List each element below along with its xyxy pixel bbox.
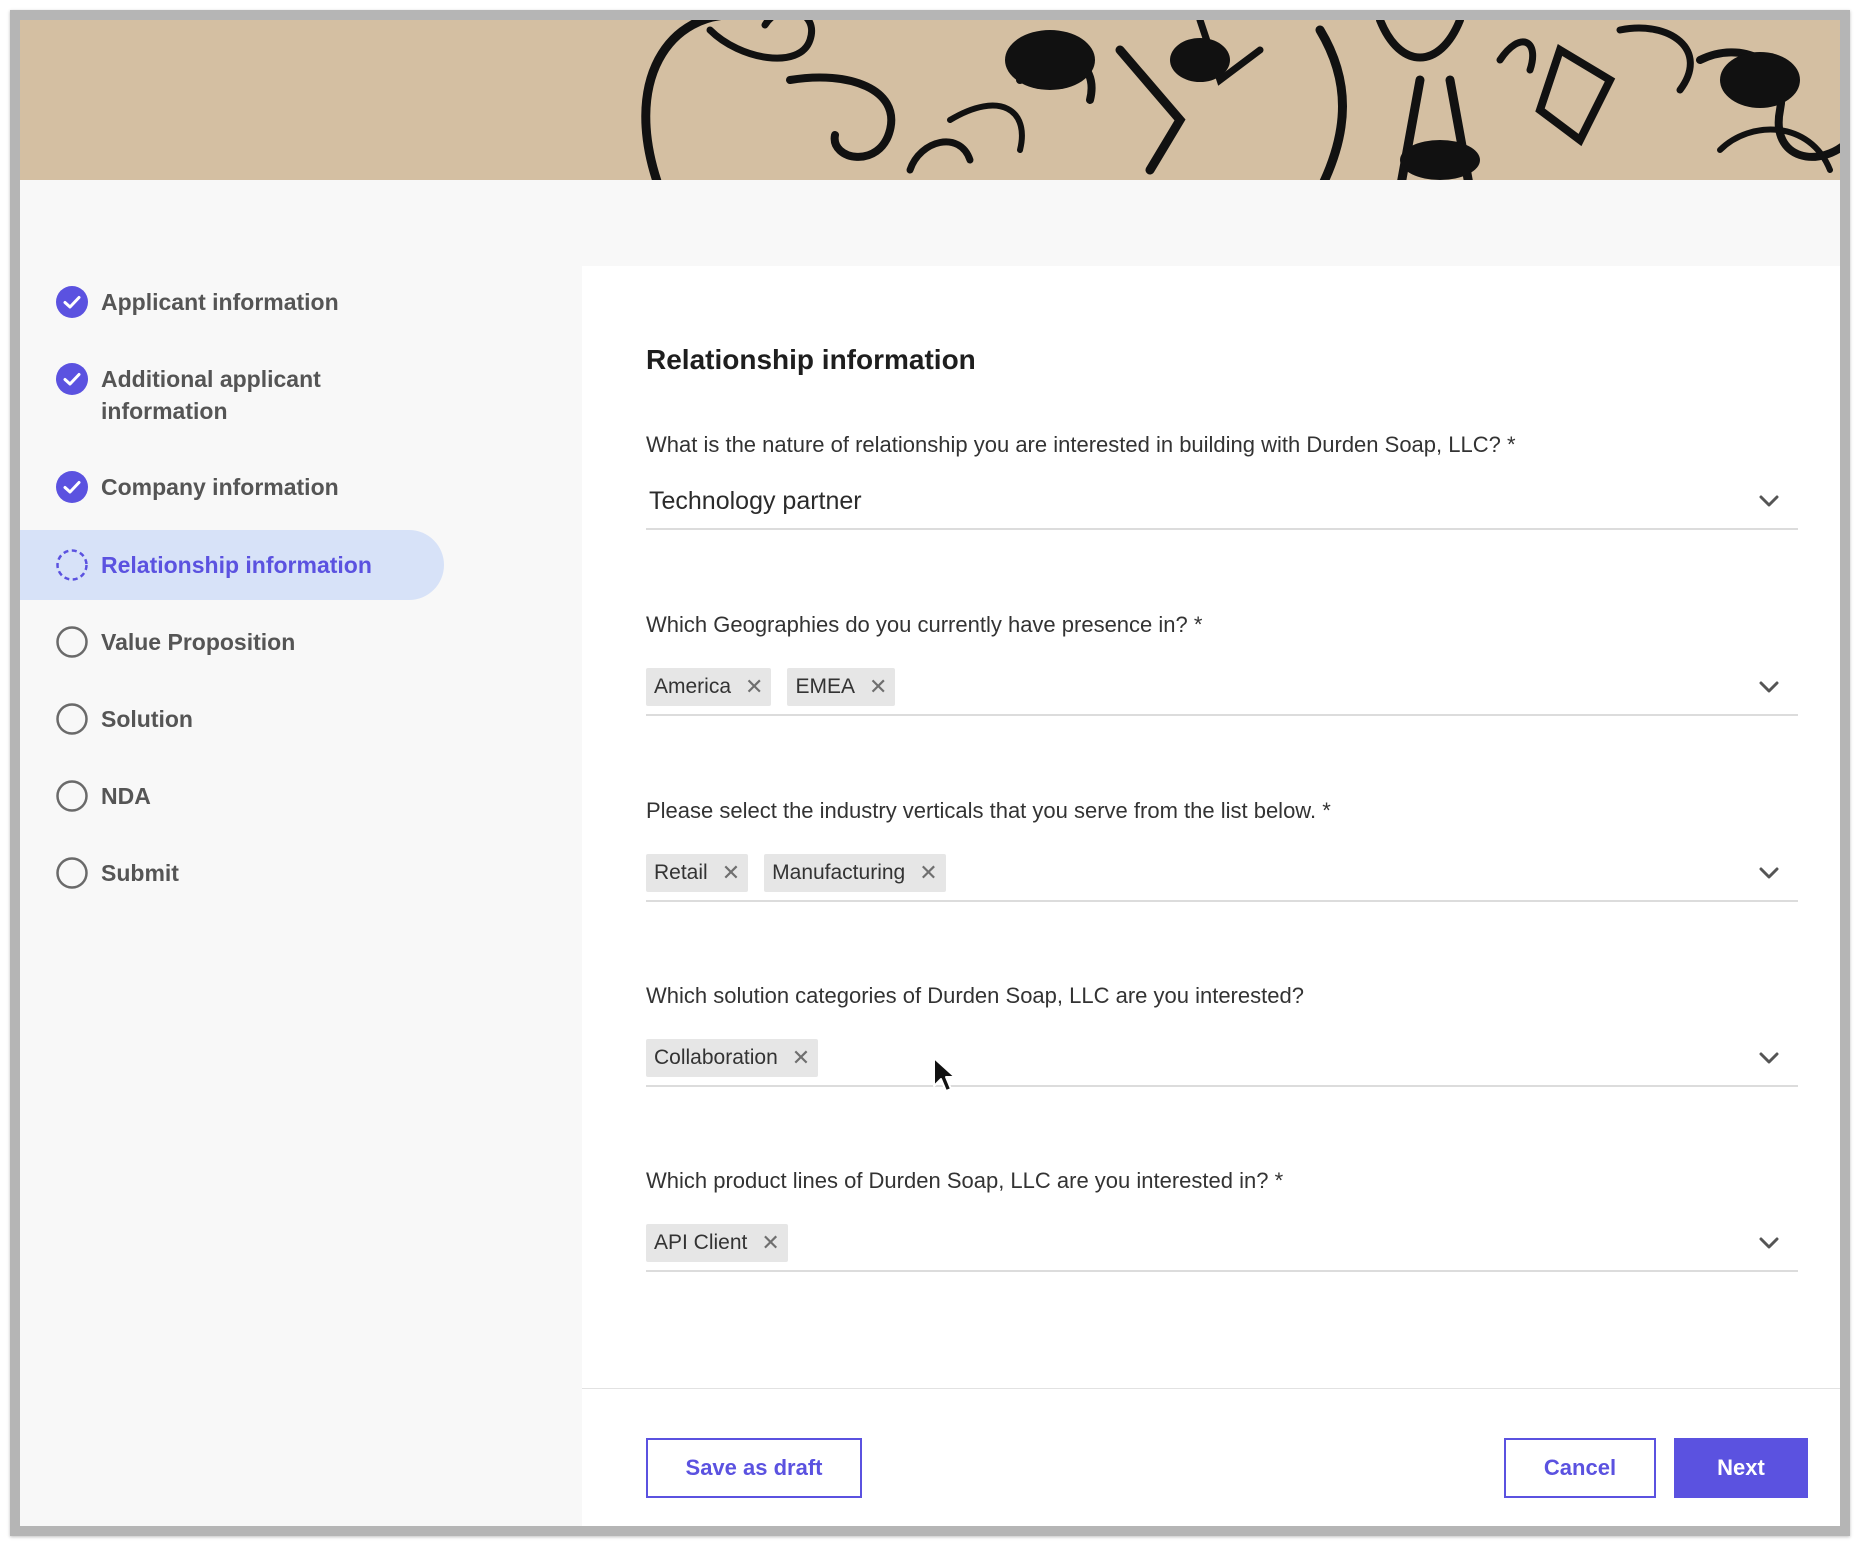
dashed-circle-icon	[56, 549, 88, 581]
check-circle-icon	[56, 286, 88, 318]
chip-label: EMEA	[795, 675, 855, 698]
geographies-label: Which Geographies do you currently have …	[646, 612, 1203, 637]
empty-circle-icon	[56, 626, 88, 658]
step-applicant-information[interactable]: Applicant information	[20, 286, 580, 319]
geographies-field: Which Geographies do you currently have …	[646, 610, 1798, 716]
relationship-label: What is the nature of relationship you a…	[646, 432, 1516, 457]
chevron-down-icon[interactable]	[1758, 680, 1780, 694]
step-label: Applicant information	[101, 289, 339, 315]
banner-artwork	[641, 20, 1840, 180]
step-label: Value Proposition	[101, 629, 296, 655]
form-title: Relationship information	[646, 344, 976, 375]
chevron-down-icon[interactable]	[1758, 1051, 1780, 1065]
next-button[interactable]: Next	[1674, 1438, 1808, 1498]
mouse-cursor-icon	[933, 1057, 956, 1092]
step-company-information[interactable]: Company information	[20, 471, 580, 504]
step-submit[interactable]: Submit	[20, 857, 580, 890]
remove-chip-icon[interactable]: ✕	[745, 676, 763, 698]
chevron-down-icon[interactable]	[1758, 866, 1780, 880]
step-label: NDA	[101, 783, 151, 809]
application-window: Applicant information Additional applica…	[10, 10, 1850, 1536]
chip-label: Collaboration	[654, 1046, 778, 1069]
remove-chip-icon[interactable]: ✕	[919, 862, 937, 884]
relationship-field: What is the nature of relationship you a…	[646, 430, 1798, 530]
chip-america: America ✕	[646, 668, 772, 706]
check-circle-icon	[56, 471, 88, 503]
empty-circle-icon	[56, 780, 88, 812]
chip-label: America	[654, 675, 732, 698]
products-multiselect[interactable]: API Client ✕	[646, 1216, 1798, 1272]
solutions-label: Which solution categories of Durden Soap…	[646, 983, 1304, 1008]
chip-api-client: API Client ✕	[646, 1224, 788, 1262]
step-label: Additional applicant information	[101, 366, 321, 424]
step-nda[interactable]: NDA	[20, 780, 580, 813]
save-draft-button[interactable]: Save as draft	[646, 1438, 862, 1498]
chip-manufacturing: Manufacturing ✕	[764, 854, 946, 892]
products-label: Which product lines of Durden Soap, LLC …	[646, 1168, 1284, 1193]
chevron-down-icon[interactable]	[1758, 1236, 1780, 1250]
step-label: Solution	[101, 706, 193, 732]
chip-emea: EMEA ✕	[787, 668, 896, 706]
chevron-down-icon[interactable]	[1758, 494, 1780, 508]
step-solution[interactable]: Solution	[20, 703, 580, 736]
progress-steps: Applicant information Additional applica…	[20, 286, 580, 934]
step-value-proposition[interactable]: Value Proposition	[20, 626, 580, 659]
chip-label: Manufacturing	[772, 861, 906, 884]
chip-retail: Retail ✕	[646, 854, 749, 892]
remove-chip-icon[interactable]: ✕	[792, 1047, 810, 1069]
empty-circle-icon	[56, 857, 88, 889]
cancel-button[interactable]: Cancel	[1504, 1438, 1656, 1498]
empty-circle-icon	[56, 703, 88, 735]
relationship-value: Technology partner	[649, 486, 862, 515]
chip-label: Retail	[654, 861, 708, 884]
solutions-field: Which solution categories of Durden Soap…	[646, 981, 1798, 1087]
verticals-label: Please select the industry verticals tha…	[646, 798, 1331, 823]
step-additional-applicant-information[interactable]: Additional applicant information	[20, 363, 580, 427]
header-banner	[20, 20, 1840, 180]
chip-label: API Client	[654, 1231, 748, 1254]
step-label: Company information	[101, 474, 339, 500]
form-card: Relationship information What is the nat…	[582, 266, 1840, 1526]
verticals-multiselect[interactable]: Retail ✕ Manufacturing ✕	[646, 846, 1798, 902]
footer-divider	[582, 1388, 1840, 1389]
verticals-field: Please select the industry verticals tha…	[646, 796, 1798, 902]
geographies-multiselect[interactable]: America ✕ EMEA ✕	[646, 660, 1798, 716]
step-label: Relationship information	[101, 552, 372, 578]
chip-collaboration: Collaboration ✕	[646, 1039, 819, 1077]
products-field: Which product lines of Durden Soap, LLC …	[646, 1166, 1798, 1272]
solutions-multiselect[interactable]: Collaboration ✕	[646, 1031, 1798, 1087]
remove-chip-icon[interactable]: ✕	[722, 862, 740, 884]
step-label: Submit	[101, 860, 179, 886]
remove-chip-icon[interactable]: ✕	[869, 676, 887, 698]
step-relationship-information[interactable]: Relationship information	[20, 530, 444, 600]
remove-chip-icon[interactable]: ✕	[761, 1232, 779, 1254]
check-circle-icon	[56, 363, 88, 395]
relationship-select[interactable]: Technology partner	[646, 474, 1798, 530]
